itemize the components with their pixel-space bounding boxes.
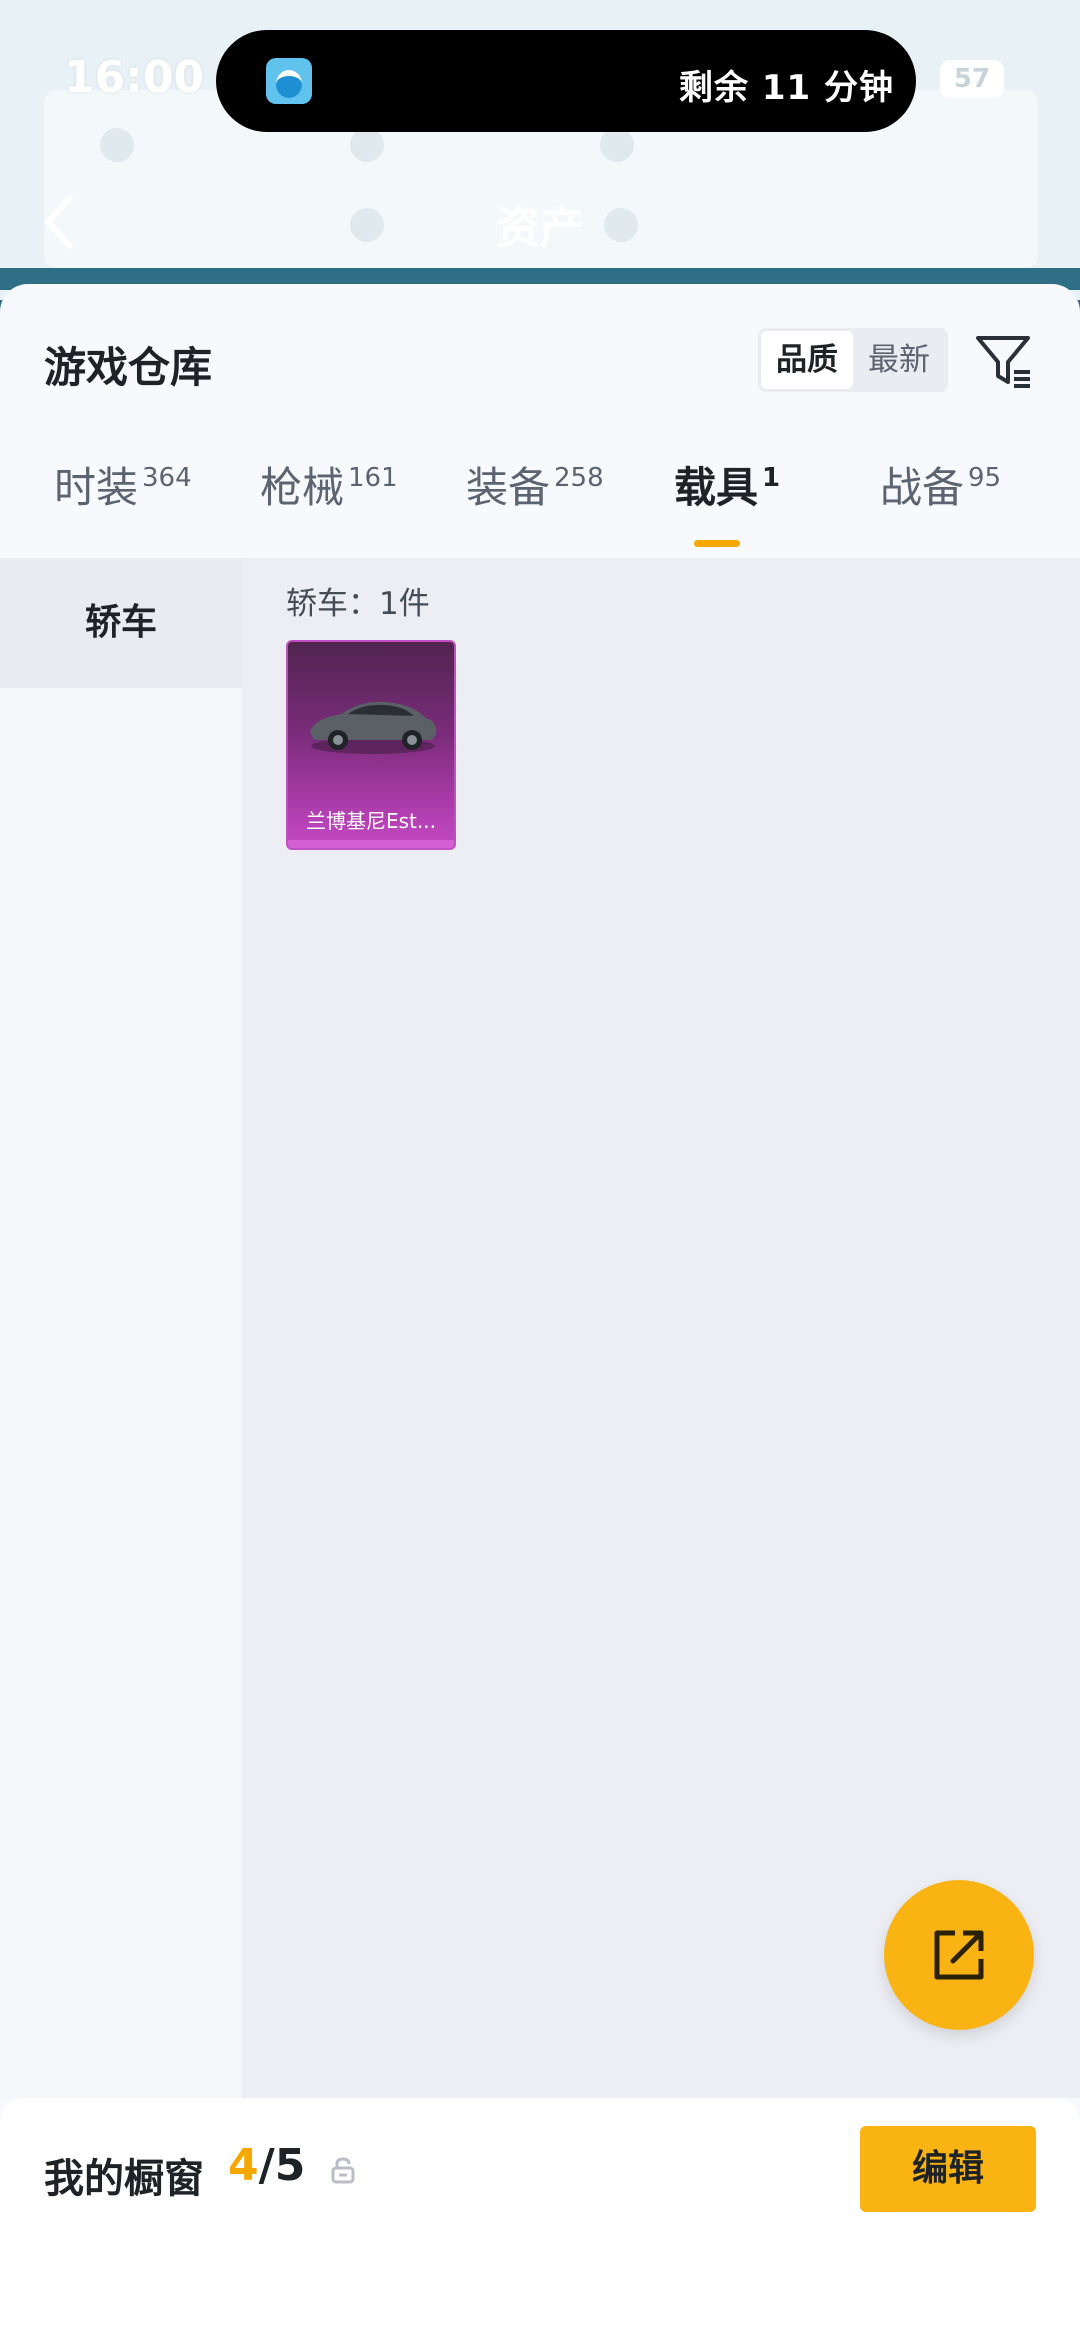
tab-label: 时装 [54,463,139,512]
tab-count: 364 [142,463,192,493]
tab-fashion[interactable]: 时装 364 [54,454,192,558]
showcase-bar: 我的橱窗 4/5 编辑 [0,2098,1080,2341]
background-page-title: 资产 [496,203,584,254]
tab-battle-gear[interactable]: 战备 95 [880,454,1001,558]
group-label: 轿车：1件 [286,586,430,622]
showcase-total: /5 [258,2140,306,2191]
item-card[interactable]: 兰博基尼Est... [286,640,456,850]
tab-label: 载具 [674,463,759,512]
background-dot [600,128,634,162]
item-grid: 轿车：1件 兰博基尼Est... [242,558,1080,2098]
background-dot [350,208,384,242]
subcategory-item-sedan[interactable]: 轿车 [0,558,242,688]
share-icon [934,1930,984,1980]
warehouse-sheet: 游戏仓库 品质 最新 时装 364 枪械 161 装备 258 载具 1 战备 95 轿车… [0,284,1080,2341]
tab-label: 战备 [880,463,965,512]
dynamic-island[interactable]: 剩余 11 分钟 [216,30,916,132]
car-image [310,701,437,754]
edit-button[interactable]: 编辑 [860,2126,1036,2212]
share-fab[interactable] [884,1880,1034,2030]
showcase-count: 4/5 [228,2140,305,2191]
rarity-bar [288,840,454,848]
subcategory-list: 轿车 [0,558,242,2098]
filter-icon[interactable] [972,328,1036,392]
tab-label: 枪械 [260,463,345,512]
app-icon [266,58,312,104]
showcase-title: 我的橱窗 [44,2156,204,2202]
island-timer-text: 剩余 11 分钟 [679,68,894,108]
back-arrow-icon [45,195,73,249]
tab-guns[interactable]: 枪械 161 [260,454,398,558]
background-dot [350,128,384,162]
tab-count: 1 [762,463,781,493]
category-tabs: 时装 364 枪械 161 装备 258 载具 1 战备 95 [0,454,1080,558]
active-tab-indicator [694,540,740,547]
battery-indicator: 57 [940,60,1004,98]
showcase-current: 4 [228,2140,259,2191]
lock-icon [331,2157,355,2184]
sort-option-quality[interactable]: 品质 [761,331,853,389]
tab-vehicles[interactable]: 载具 1 [674,454,780,558]
tab-count: 161 [348,463,398,493]
tab-count: 258 [554,463,604,493]
tab-label: 装备 [466,463,551,512]
sheet-title: 游戏仓库 [44,343,213,392]
tab-count: 95 [968,463,1002,493]
tab-equipment[interactable]: 装备 258 [466,454,604,558]
background-dot [100,128,134,162]
background-dot [604,208,638,242]
status-time: 16:00 [64,52,205,103]
sort-option-newest[interactable]: 最新 [853,331,945,389]
sort-toggle: 品质 最新 [758,328,948,392]
item-name: 兰博基尼Est... [306,809,436,833]
